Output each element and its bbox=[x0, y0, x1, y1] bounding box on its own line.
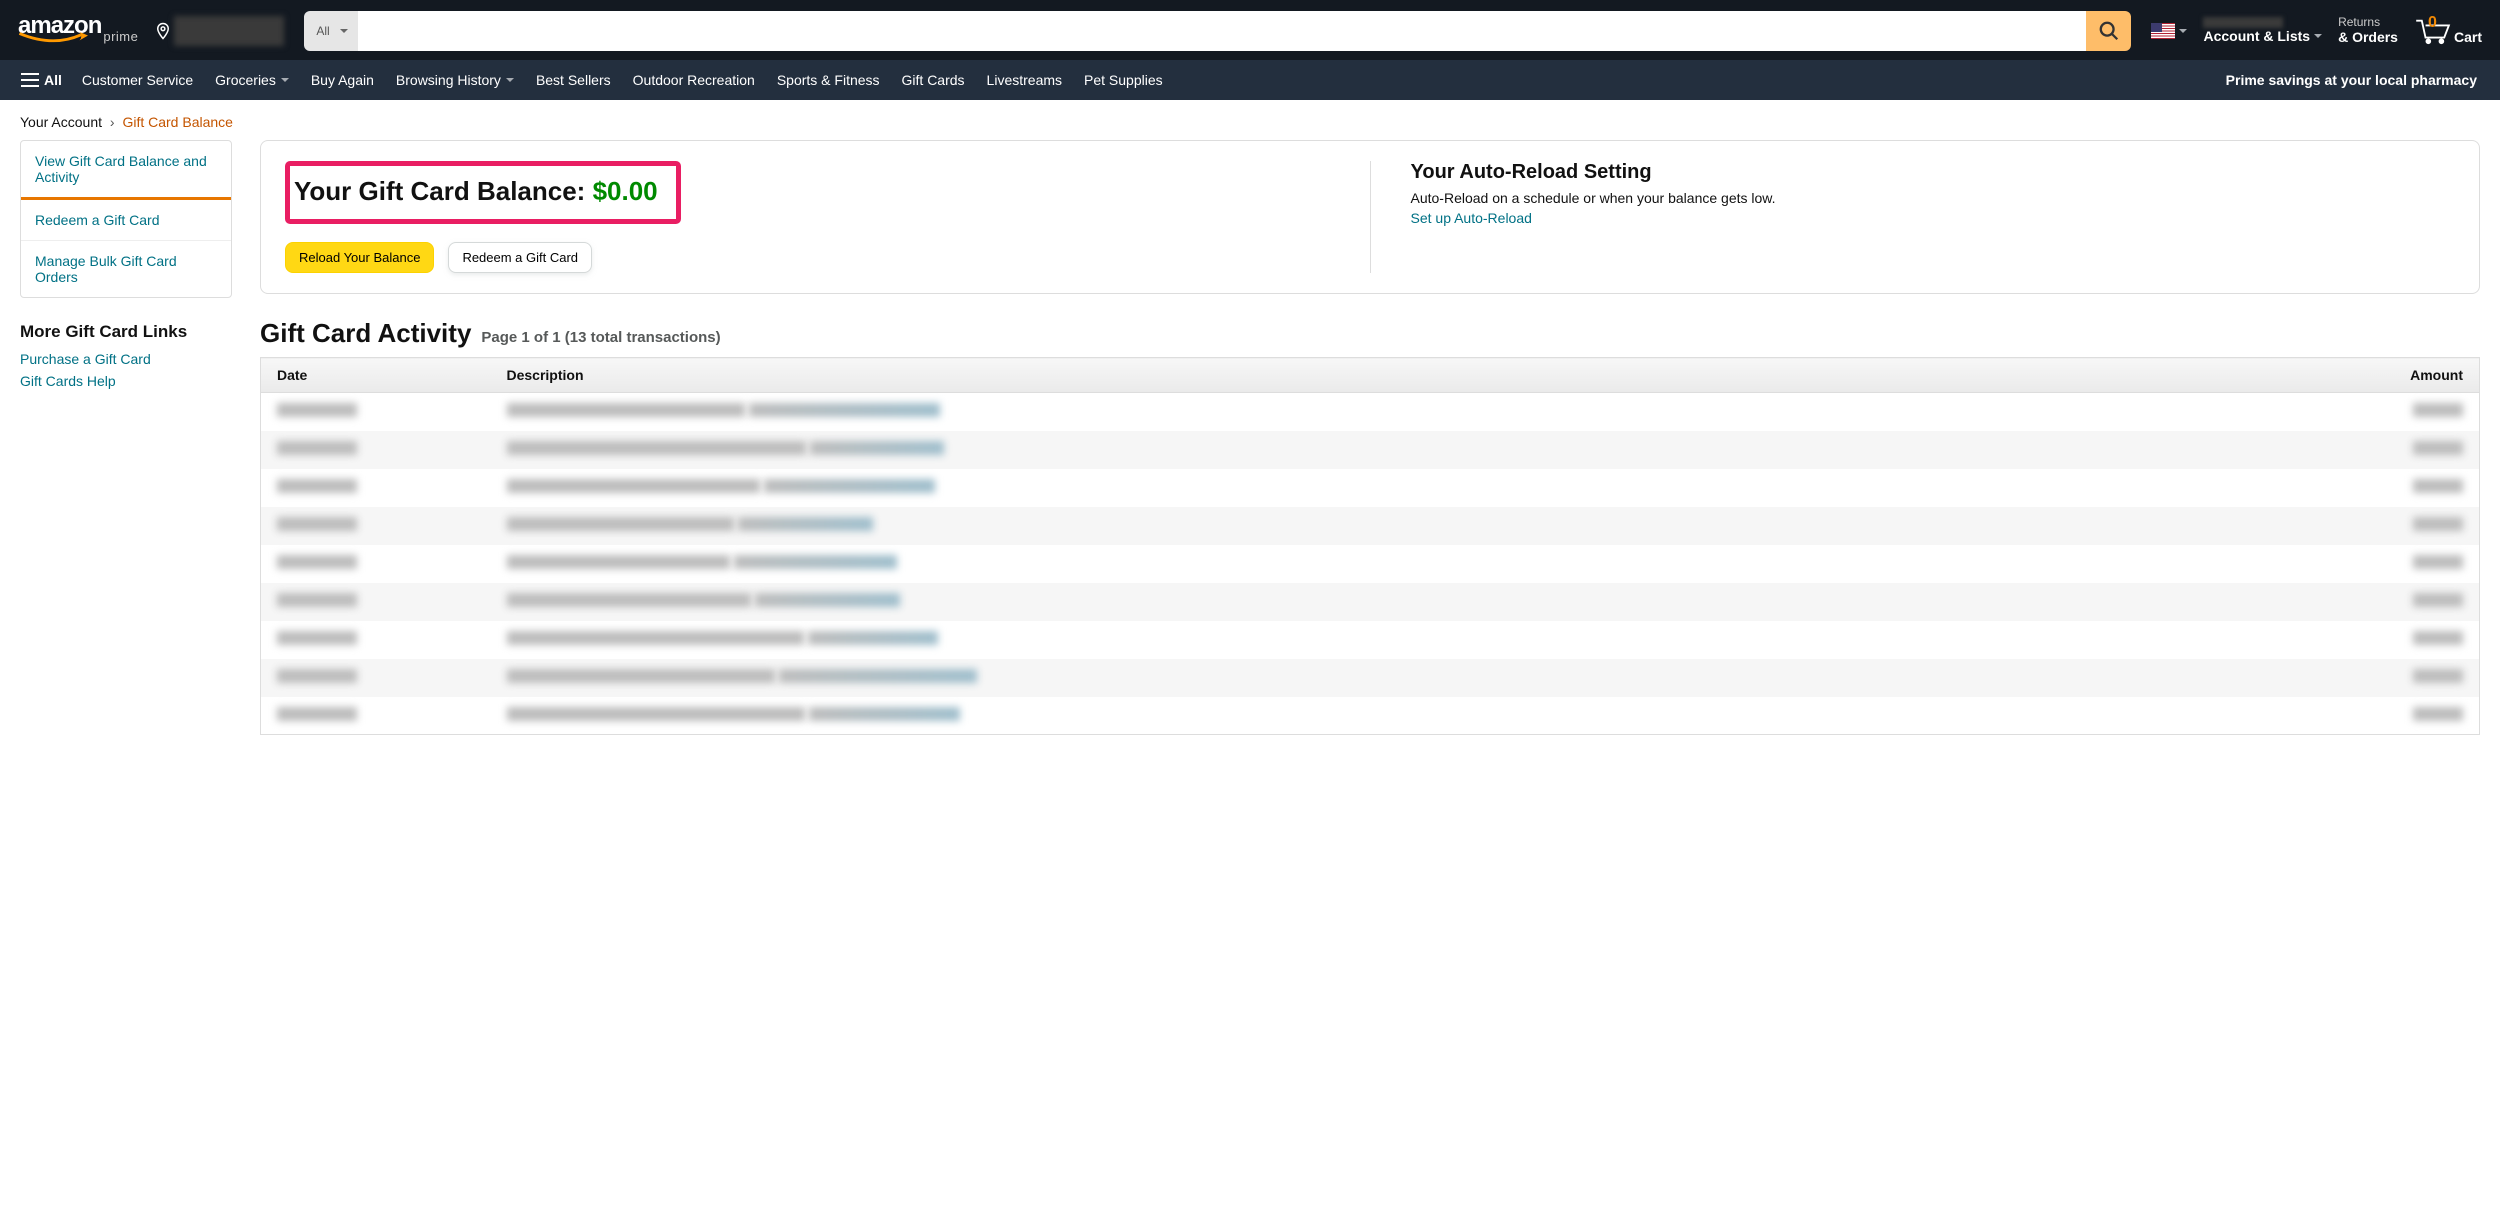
amazon-smile-icon bbox=[18, 32, 88, 46]
table-row bbox=[261, 621, 2480, 659]
sidebar: View Gift Card Balance and ActivityRedee… bbox=[20, 140, 232, 393]
vertical-divider bbox=[1370, 161, 1371, 273]
search-bar: All bbox=[304, 11, 2131, 51]
table-header: Description bbox=[491, 358, 2360, 393]
balance-panel: Your Gift Card Balance: $0.00 Reload You… bbox=[260, 140, 2480, 294]
chevron-down-icon bbox=[506, 78, 514, 86]
sidebar-more-link[interactable]: Purchase a Gift Card bbox=[20, 348, 232, 370]
setup-auto-reload-link[interactable]: Set up Auto-Reload bbox=[1411, 210, 1532, 226]
breadcrumb: Your Account › Gift Card Balance bbox=[0, 100, 2500, 140]
breadcrumb-root[interactable]: Your Account bbox=[20, 114, 102, 130]
table-row bbox=[261, 393, 2480, 431]
sidebar-item[interactable]: Manage Bulk Gift Card Orders bbox=[21, 241, 231, 297]
table-row bbox=[261, 659, 2480, 697]
hamburger-all[interactable]: All bbox=[12, 64, 71, 96]
activity-pager: Page 1 of 1 (13 total transactions) bbox=[481, 329, 720, 346]
search-scope-dropdown[interactable]: All bbox=[304, 11, 357, 51]
table-row bbox=[261, 545, 2480, 583]
subnav-item[interactable]: Customer Service bbox=[71, 64, 204, 96]
auto-reload-desc: Auto-Reload on a schedule or when your b… bbox=[1411, 190, 2456, 206]
redeem-gift-card-button[interactable]: Redeem a Gift Card bbox=[448, 242, 592, 273]
chevron-down-icon bbox=[281, 78, 289, 86]
cart-count: 0 bbox=[2428, 14, 2437, 32]
balance-title: Your Gift Card Balance: bbox=[294, 176, 593, 206]
amazon-logo[interactable]: amazon prime bbox=[10, 11, 146, 51]
sidebar-item[interactable]: Redeem a Gift Card bbox=[21, 200, 231, 241]
subnav-item[interactable]: Browsing History bbox=[385, 64, 525, 96]
hello-name-redacted bbox=[2203, 17, 2283, 28]
reload-balance-button[interactable]: Reload Your Balance bbox=[285, 242, 434, 273]
balance-amount: $0.00 bbox=[593, 176, 658, 206]
hamburger-icon bbox=[21, 73, 39, 87]
cart-label: Cart bbox=[2454, 29, 2482, 45]
location-pin-icon bbox=[154, 21, 172, 41]
table-row bbox=[261, 507, 2480, 545]
subnav-item[interactable]: Groceries bbox=[204, 64, 300, 96]
table-header: Date bbox=[261, 358, 491, 393]
subnav-item[interactable]: Gift Cards bbox=[891, 64, 976, 96]
sub-navbar: All Customer ServiceGroceriesBuy AgainBr… bbox=[0, 60, 2500, 100]
search-input[interactable] bbox=[358, 11, 2087, 51]
table-row bbox=[261, 469, 2480, 507]
sidebar-more-link[interactable]: Gift Cards Help bbox=[20, 370, 232, 392]
activity-table: DateDescriptionAmount bbox=[260, 357, 2480, 735]
table-header: Amount bbox=[2360, 358, 2480, 393]
chevron-down-icon bbox=[2314, 34, 2322, 42]
balance-highlight: Your Gift Card Balance: $0.00 bbox=[285, 161, 681, 224]
table-row bbox=[261, 697, 2480, 735]
subnav-item[interactable]: Buy Again bbox=[300, 64, 385, 96]
breadcrumb-current: Gift Card Balance bbox=[122, 114, 233, 130]
sidebar-more-title: More Gift Card Links bbox=[20, 322, 232, 342]
sidebar-item[interactable]: View Gift Card Balance and Activity bbox=[21, 141, 231, 200]
subnav-promo[interactable]: Prime savings at your local pharmacy bbox=[2215, 64, 2488, 96]
subnav-item[interactable]: Livestreams bbox=[976, 64, 1073, 96]
auto-reload-title: Your Auto-Reload Setting bbox=[1411, 161, 2456, 184]
returns-orders[interactable]: Returns & Orders bbox=[2330, 12, 2406, 50]
subnav-item[interactable]: Outdoor Recreation bbox=[622, 64, 766, 96]
table-row bbox=[261, 431, 2480, 469]
subnav-item[interactable]: Pet Supplies bbox=[1073, 64, 1174, 96]
prime-label: prime bbox=[103, 29, 138, 44]
us-flag-icon bbox=[2151, 23, 2175, 39]
account-menu[interactable]: Account & Lists bbox=[2195, 13, 2330, 48]
delivery-location-redacted bbox=[174, 16, 284, 46]
table-row bbox=[261, 583, 2480, 621]
search-button[interactable] bbox=[2086, 11, 2131, 51]
activity-title: Gift Card Activity bbox=[260, 318, 471, 349]
search-icon bbox=[2098, 20, 2120, 42]
top-navbar: amazon prime All Account & Lists Returns… bbox=[0, 0, 2500, 60]
deliver-to[interactable] bbox=[146, 12, 292, 50]
subnav-item[interactable]: Sports & Fitness bbox=[766, 64, 891, 96]
main-content: Your Gift Card Balance: $0.00 Reload You… bbox=[260, 140, 2480, 735]
subnav-item[interactable]: Best Sellers bbox=[525, 64, 622, 96]
cart-button[interactable]: 0 Cart bbox=[2406, 13, 2490, 49]
chevron-down-icon bbox=[2179, 29, 2187, 37]
language-selector[interactable] bbox=[2143, 19, 2195, 43]
